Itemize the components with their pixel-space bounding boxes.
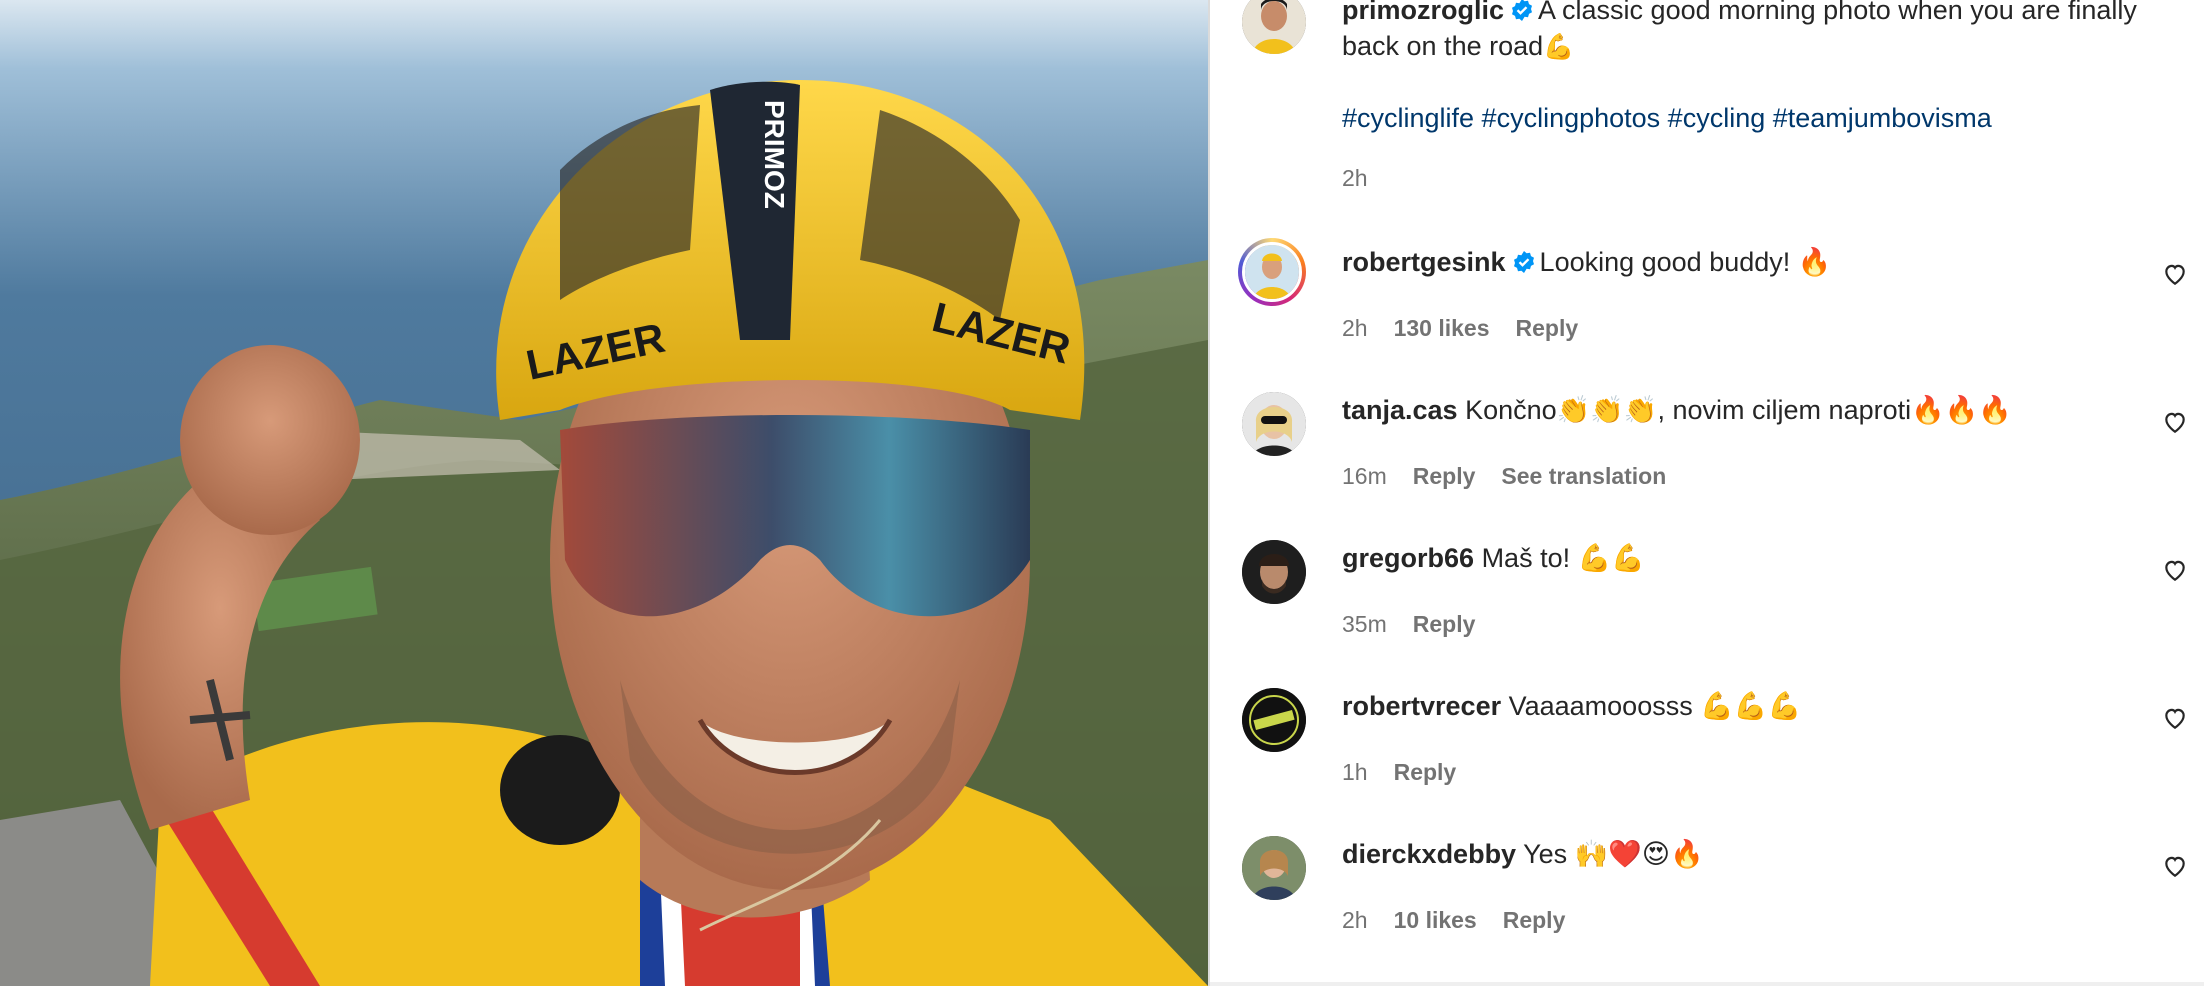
selfie-illustration: LAZER LAZER PRIMOZ [0, 0, 1208, 986]
reply-button[interactable]: Reply [1503, 907, 1566, 934]
verified-badge-icon [1512, 0, 1533, 21]
comment-username[interactable]: robertvrecer [1342, 691, 1501, 721]
reply-button[interactable]: Reply [1516, 315, 1579, 342]
author-avatar[interactable] [1242, 0, 1306, 54]
comment-username[interactable]: dierckxdebby [1342, 839, 1516, 869]
comment-meta: 16m Reply See translation [1342, 463, 1666, 490]
commenter-avatar[interactable] [1242, 392, 1306, 456]
helmet-top-text: PRIMOZ [759, 100, 790, 209]
comment-2: tanja.cas Končno👏👏👏, novim ciljem naprot… [1342, 392, 2142, 428]
comment-time: 1h [1342, 759, 1368, 785]
comment-4: robertvrecer Vaaaamooosss 💪💪💪 [1342, 688, 2142, 724]
comment-5: dierckxdebby Yes 🙌❤️😍🔥 [1342, 836, 2142, 872]
comment-time: 16m [1342, 463, 1387, 489]
reply-button[interactable]: Reply [1394, 759, 1457, 786]
author-username[interactable]: primozroglic [1342, 0, 1504, 25]
comment-meta: 35m Reply [1342, 611, 1475, 638]
commenter-avatar[interactable] [1242, 540, 1306, 604]
comment-username[interactable]: tanja.cas [1342, 395, 1458, 425]
comment-likes-count[interactable]: 10 likes [1394, 907, 1477, 934]
comment-text: Vaaaamooosss 💪💪💪 [1508, 691, 1802, 721]
comment-text: Maš to! 💪💪 [1481, 543, 1645, 573]
post-meta: 2h [1342, 165, 1368, 192]
verified-badge-icon [1513, 251, 1534, 273]
heart-icon[interactable] [2162, 261, 2188, 287]
comment-text: Yes 🙌❤️😍🔥 [1523, 839, 1704, 869]
post-hashtags[interactable]: #cyclinglife #cyclingphotos #cycling #te… [1342, 100, 2142, 136]
comment-likes-count[interactable]: 130 likes [1394, 315, 1490, 342]
panel-bottom-divider [1210, 982, 2204, 986]
comment-3: gregorb66 Maš to! 💪💪 [1342, 540, 2142, 576]
comment-meta: 2h 10 likes Reply [1342, 907, 1565, 934]
comment-text: Končno👏👏👏, novim ciljem naproti🔥🔥🔥 [1465, 395, 2012, 425]
comment-meta: 1h Reply [1342, 759, 1456, 786]
heart-icon[interactable] [2162, 705, 2188, 731]
heart-icon[interactable] [2162, 409, 2188, 435]
commenter-avatar[interactable] [1238, 238, 1306, 306]
comment-time: 2h [1342, 907, 1368, 933]
comment-time: 35m [1342, 611, 1387, 637]
comment-meta: 2h 130 likes Reply [1342, 315, 1578, 342]
reply-button[interactable]: Reply [1413, 463, 1476, 490]
heart-icon[interactable] [2162, 853, 2188, 879]
comment-username[interactable]: robertgesink [1342, 247, 1506, 277]
post-photo[interactable]: LAZER LAZER PRIMOZ [0, 0, 1208, 986]
caption-emoji: 💪 [1543, 32, 1575, 61]
heart-icon[interactable] [2162, 557, 2188, 583]
post-time: 2h [1342, 165, 1368, 191]
see-translation-button[interactable]: See translation [1501, 463, 1666, 490]
comment-time: 2h [1342, 315, 1368, 341]
reply-button[interactable]: Reply [1413, 611, 1476, 638]
comment-text: Looking good buddy! 🔥 [1539, 247, 1832, 277]
post-caption: primozroglic A classic good morning photo… [1342, 0, 2142, 65]
comment-1: robertgesink Looking good buddy! 🔥 [1342, 244, 2142, 280]
commenter-avatar[interactable] [1242, 688, 1306, 752]
comment-username[interactable]: gregorb66 [1342, 543, 1474, 573]
comments-panel: primozroglic A classic good morning photo… [1210, 0, 2204, 986]
commenter-avatar[interactable] [1242, 836, 1306, 900]
